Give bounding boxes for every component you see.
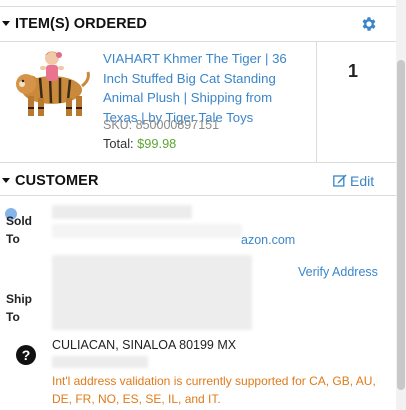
ship-to-label-line2: To (6, 310, 20, 324)
ship-to-label-line1: Ship (6, 292, 32, 306)
items-table-top-border (0, 41, 396, 42)
total-label: Total: (103, 136, 134, 151)
items-column-divider (316, 41, 317, 162)
redacted-customer-email (52, 224, 242, 238)
redacted-customer-name (52, 205, 192, 219)
customer-email-link[interactable]: azon.com (241, 233, 295, 247)
edit-icon (333, 174, 347, 187)
top-divider (0, 6, 396, 7)
redacted-phone (52, 356, 148, 368)
customer-section-header[interactable]: CUSTOMER (2, 173, 99, 189)
product-quantity: 1 (348, 61, 359, 81)
edit-button[interactable]: Edit (333, 173, 374, 189)
total-value: $99.98 (137, 136, 177, 151)
help-icon[interactable]: ? (16, 345, 36, 365)
redacted-shipping-address (52, 255, 252, 330)
order-details-panel: ITEM(S) ORDERED VIAHART Khmer The Tiger … (0, 0, 396, 410)
address-validation-note: Int'l address validation is currently su… (52, 374, 376, 406)
sold-to-label-line1: Sold (6, 214, 32, 228)
items-table-bottom-border (0, 162, 396, 163)
product-total: Total: $99.98 (103, 136, 176, 151)
scrollbar-thumb[interactable] (397, 60, 405, 390)
gear-icon[interactable] (360, 15, 378, 33)
caret-down-icon (2, 177, 10, 183)
help-icon-glyph: ? (21, 347, 31, 363)
ship-to-label: Ship To (6, 290, 32, 326)
customer-section-title: CUSTOMER (15, 173, 99, 189)
edit-label: Edit (350, 173, 375, 189)
shipping-city-line: CULIACAN, SINALOA 80199 MX (52, 338, 237, 352)
items-section-header[interactable]: ITEM(S) ORDERED (2, 16, 147, 32)
product-title-link[interactable]: VIAHART Khmer The Tiger | 36 Inch Stuffe… (103, 49, 308, 127)
vertical-scrollbar[interactable] (396, 0, 406, 410)
items-section-title: ITEM(S) ORDERED (15, 16, 147, 32)
sold-to-label-line2: To (6, 232, 20, 246)
sold-to-label: Sold To (6, 212, 32, 248)
verify-address-link[interactable]: Verify Address (298, 265, 378, 279)
product-sku: SKU: 850000897151 (103, 118, 220, 132)
product-image[interactable] (10, 50, 92, 120)
caret-down-icon (2, 20, 10, 26)
customer-divider (0, 195, 396, 196)
